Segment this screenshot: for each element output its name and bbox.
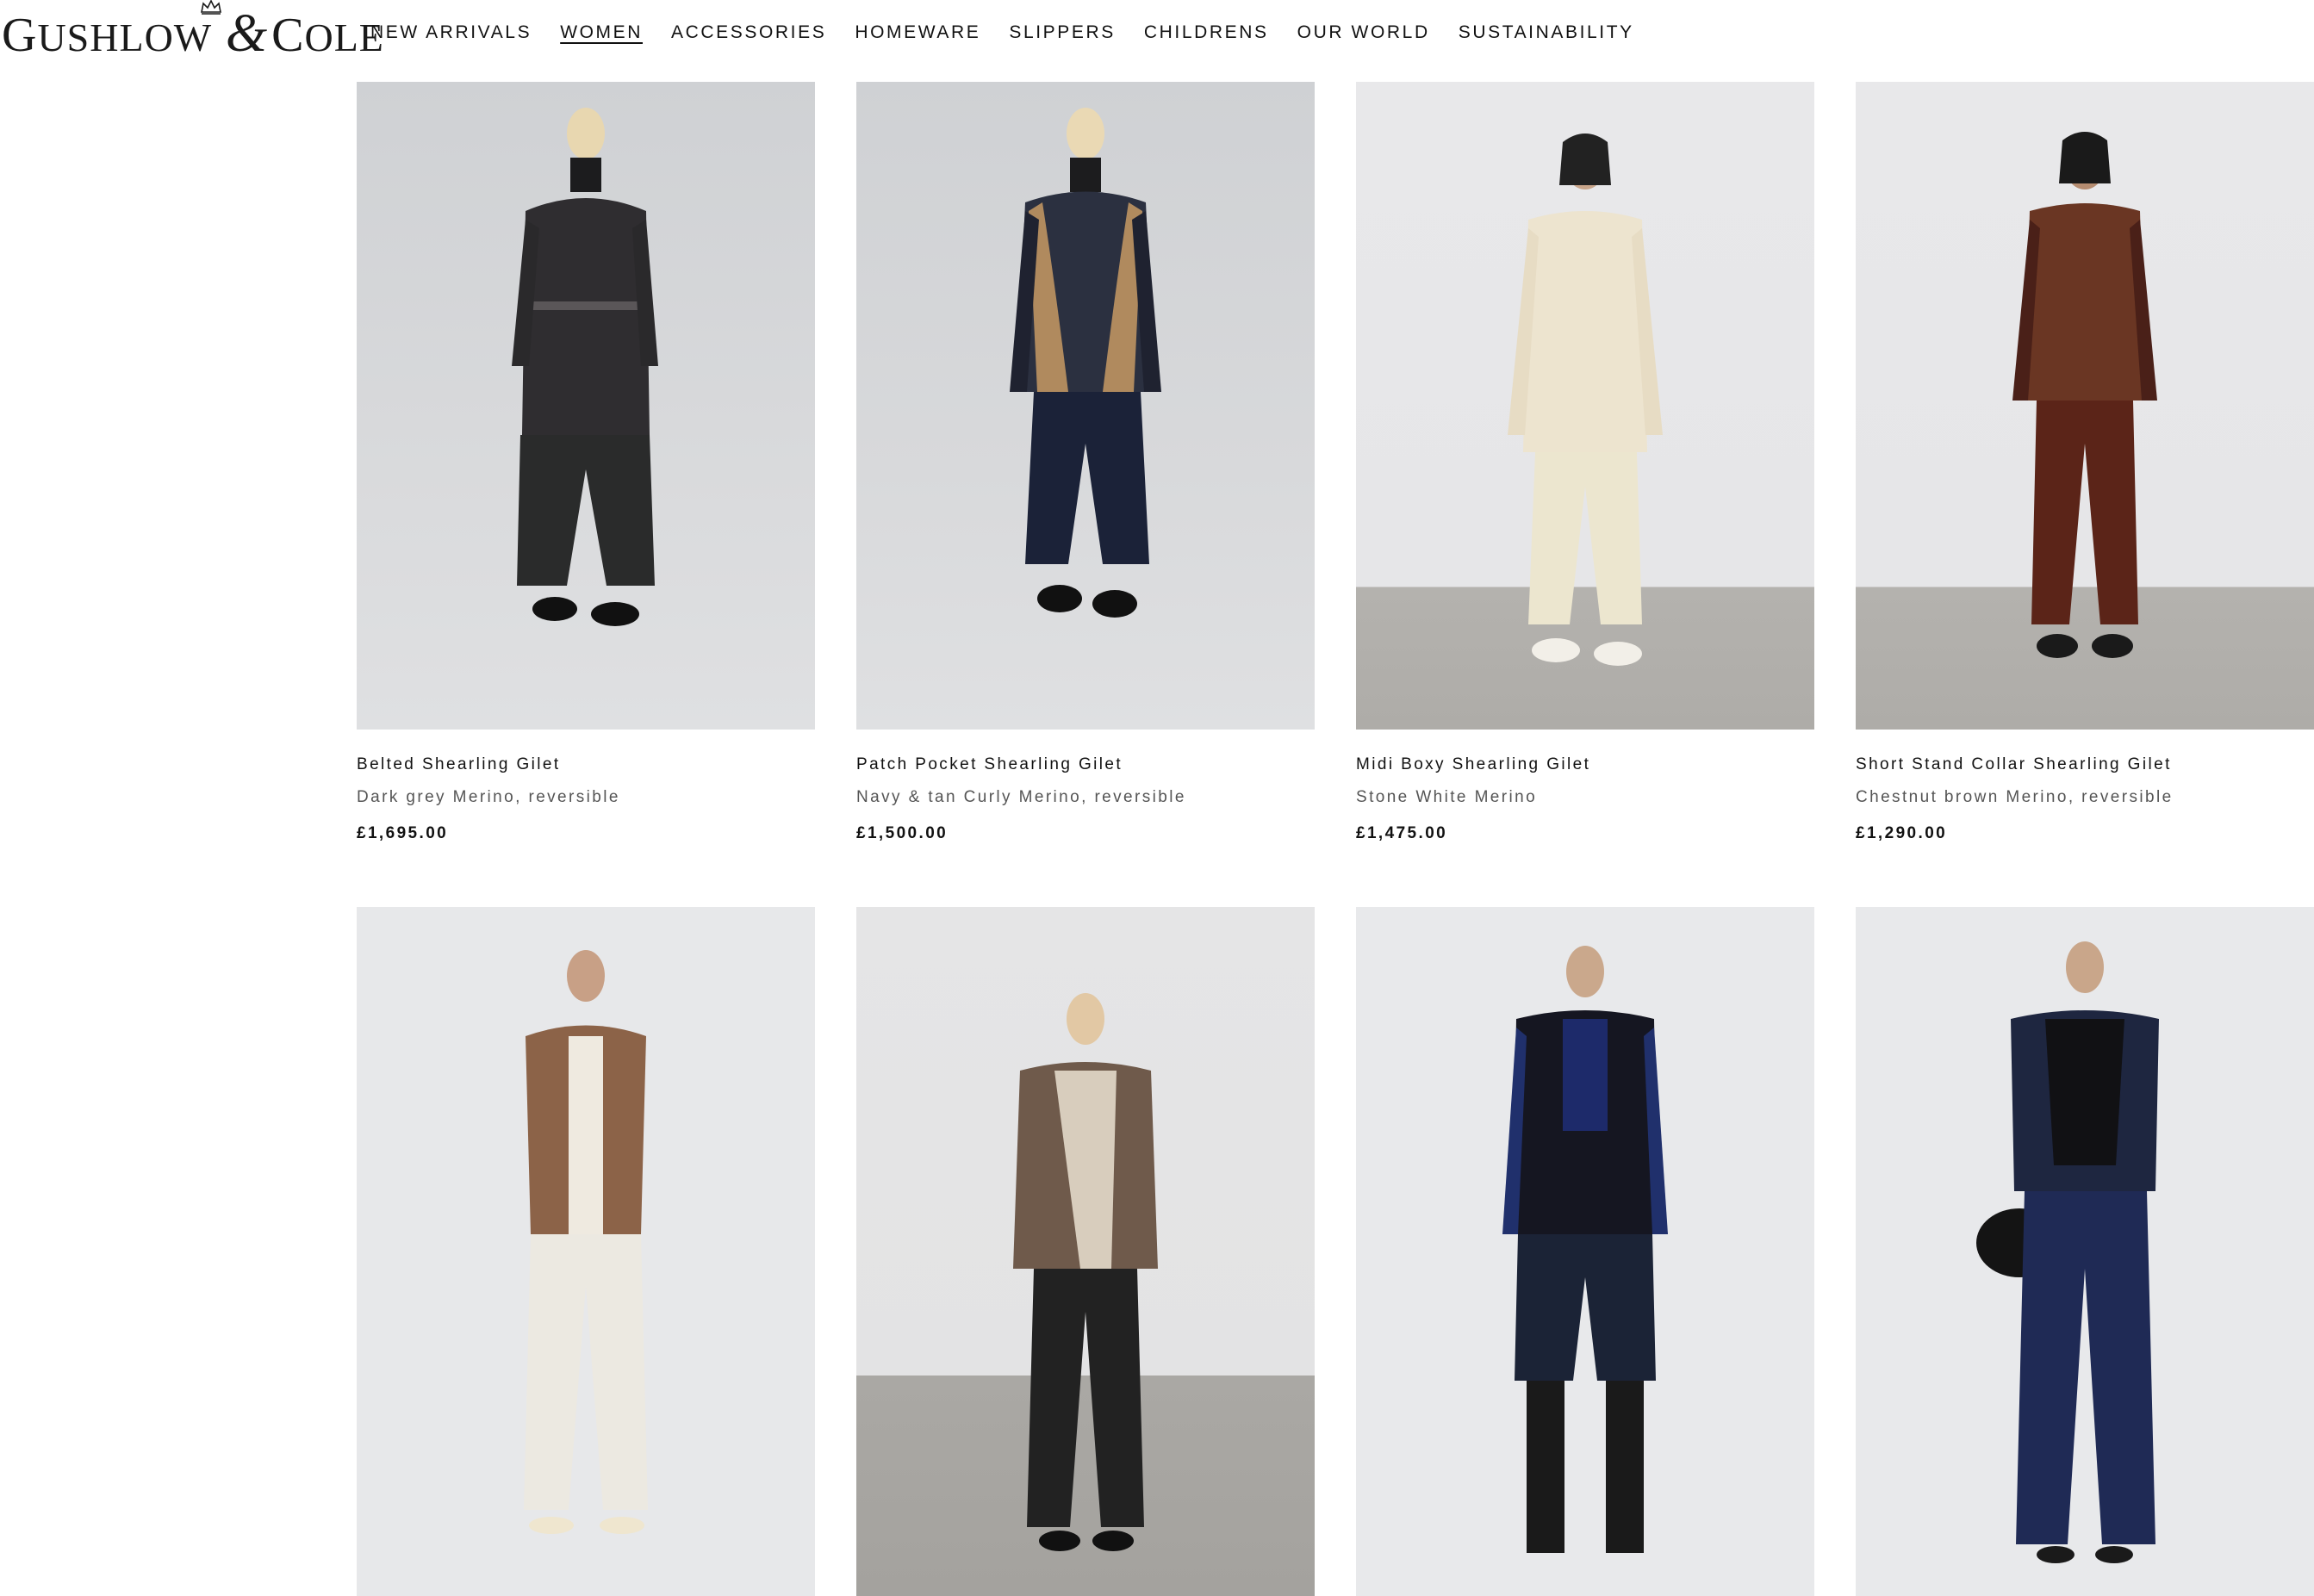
product-image[interactable] <box>357 907 815 1596</box>
logo-initial-c: C <box>271 9 305 62</box>
product-price: £1,475.00 <box>1356 824 1448 842</box>
product-image[interactable] <box>1356 907 1814 1596</box>
product-image[interactable] <box>357 82 815 730</box>
product-subtitle: Stone White Merino <box>1356 788 1538 806</box>
logo-initial-g: G <box>2 9 38 62</box>
product-subtitle: Navy & tan Curly Merino, reversible <box>856 788 1186 806</box>
model-figure <box>1013 993 1158 1551</box>
product-card[interactable] <box>1356 907 1814 1596</box>
model-figure <box>1508 134 1663 666</box>
nav-accessories[interactable]: ACCESSORIES <box>671 19 826 50</box>
product-card[interactable]: Short Stand Collar Shearling Gilet Chest… <box>1856 82 2314 842</box>
logo-ampersand: & <box>225 4 269 63</box>
nav-childrens[interactable]: CHILDRENS <box>1144 19 1269 50</box>
nav-women[interactable]: WOMEN <box>560 19 643 50</box>
main-nav: NEW ARRIVALS WOMEN ACCESSORIES HOMEWARE … <box>370 19 1663 50</box>
product-image[interactable] <box>856 907 1315 1596</box>
brand-logo[interactable]: GUSHLOW &COLE <box>2 0 384 65</box>
model-figure <box>1010 108 1161 618</box>
product-subtitle: Dark grey Merino, reversible <box>357 788 620 806</box>
product-card[interactable]: Midi Boxy Shearling Gilet Stone White Me… <box>1356 82 1814 842</box>
product-image[interactable] <box>1856 82 2314 730</box>
nav-slippers[interactable]: SLIPPERS <box>1009 19 1116 50</box>
product-subtitle: Chestnut brown Merino, reversible <box>1856 788 2174 806</box>
logo-word-1: USHLOW <box>37 16 212 59</box>
product-card[interactable] <box>357 907 815 1596</box>
product-card[interactable] <box>1856 907 2314 1596</box>
model-figure <box>1976 941 2159 1563</box>
product-image[interactable] <box>856 82 1315 730</box>
product-title[interactable]: Belted Shearling Gilet <box>357 755 561 774</box>
site-header: GUSHLOW &COLE NEW ARRIVALS WOMEN ACCESSO… <box>0 0 2314 69</box>
product-card[interactable]: Belted Shearling Gilet Dark grey Merino,… <box>357 82 815 842</box>
product-price: £1,500.00 <box>856 824 949 842</box>
product-price: £1,695.00 <box>357 824 449 842</box>
product-title[interactable]: Patch Pocket Shearling Gilet <box>856 755 1123 774</box>
model-figure <box>524 950 648 1534</box>
product-title[interactable]: Short Stand Collar Shearling Gilet <box>1856 755 2172 774</box>
nav-new-arrivals[interactable]: NEW ARRIVALS <box>370 19 532 50</box>
product-image[interactable] <box>1856 907 2314 1596</box>
product-price: £1,290.00 <box>1856 824 1948 842</box>
model-figure <box>512 108 658 626</box>
crown-icon <box>201 0 221 15</box>
nav-sustainability[interactable]: SUSTAINABILITY <box>1459 19 1634 50</box>
product-card[interactable]: Patch Pocket Shearling Gilet Navy & tan … <box>856 82 1315 842</box>
product-title[interactable]: Midi Boxy Shearling Gilet <box>1356 755 1590 774</box>
model-figure <box>1502 946 1668 1553</box>
model-figure <box>2012 132 2157 658</box>
product-image[interactable] <box>1356 82 1814 730</box>
nav-our-world[interactable]: OUR WORLD <box>1297 19 1430 50</box>
product-card[interactable] <box>856 907 1315 1596</box>
nav-homeware[interactable]: HOMEWARE <box>855 19 980 50</box>
